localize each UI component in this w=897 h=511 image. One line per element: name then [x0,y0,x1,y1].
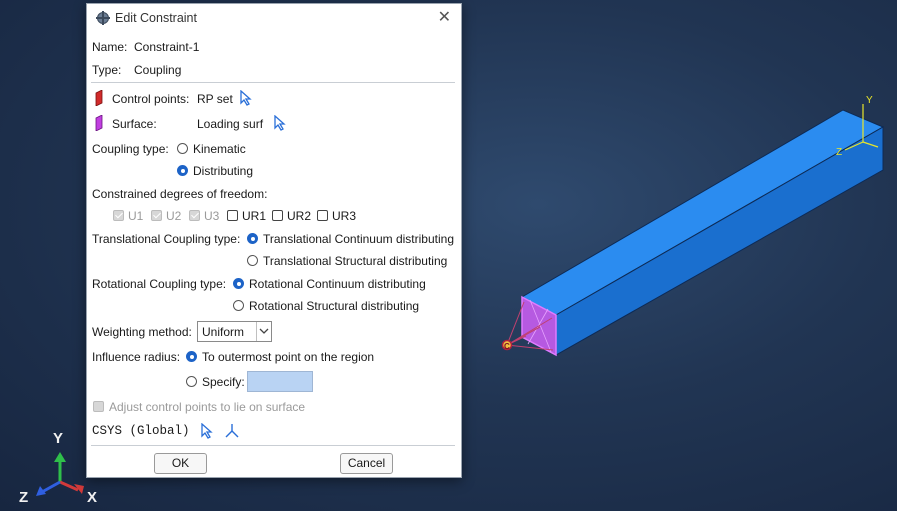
name-label: Name: [92,40,128,54]
trans-structural-label[interactable]: Translational Structural distributing [263,254,447,268]
u3-checkbox [189,210,200,221]
influence-radius-label: Influence radius: [92,350,181,364]
axes-icon[interactable] [224,423,240,439]
divider [91,82,455,83]
distributing-radio[interactable] [177,165,188,176]
surface-value: Loading surf [197,117,264,131]
type-label: Type: [92,63,122,77]
kinematic-label[interactable]: Kinematic [193,142,246,156]
rot-structural-label[interactable]: Rotational Structural distributing [249,299,419,313]
translational-coupling-label: Translational Coupling type: [92,232,241,246]
type-value: Coupling [134,63,182,77]
ur1-checkbox[interactable] [227,210,238,221]
u2-label: U2 [166,209,182,223]
trans-continuum-radio[interactable] [247,233,258,244]
weighting-method-label: Weighting method: [92,325,192,339]
rot-structural-radio[interactable] [233,300,244,311]
outermost-point-label[interactable]: To outermost point on the region [202,350,374,364]
kinematic-radio[interactable] [177,143,188,154]
beam-side-face [555,126,884,356]
rot-continuum-label[interactable]: Rotational Continuum distributing [249,277,426,291]
dialog-title: Edit Constraint [115,11,197,25]
u1-checkbox [113,210,124,221]
triad-x-label: X [87,489,98,506]
triad-y-label: Y [53,430,64,447]
distributing-label[interactable]: Distributing [193,164,253,178]
model-triad-z-label: Z [836,147,842,158]
coupling-type-label: Coupling type: [92,142,169,156]
adjust-control-points-checkbox [93,401,104,412]
control-points-label: Control points: [112,92,190,106]
u3-label: U3 [204,209,220,223]
beam-top-face [520,109,885,316]
triad-z-label: Z [19,489,29,506]
u1-label: U1 [128,209,144,223]
global-triad [36,452,84,496]
magenta-surface-marker-icon [95,115,103,131]
select-csys-cursor-icon[interactable] [200,423,214,439]
specify-radio[interactable] [186,376,197,387]
control-points-value: RP set [197,92,233,106]
outermost-point-radio[interactable] [186,351,197,362]
ok-button[interactable]: OK [154,453,207,474]
weighting-method-select[interactable]: Uniform [197,321,272,342]
specify-label[interactable]: Specify: [202,375,245,389]
select-control-points-cursor-icon[interactable] [239,90,253,106]
ur3-checkbox[interactable] [317,210,328,221]
specify-radius-input[interactable] [247,371,313,392]
reference-point-label: C [504,342,510,351]
beam-model[interactable] [520,109,885,357]
divider [91,445,455,446]
ur2-checkbox[interactable] [272,210,283,221]
ur1-label[interactable]: UR1 [242,209,266,223]
cancel-button[interactable]: Cancel [340,453,393,474]
weighting-method-value: Uniform [202,325,245,339]
constrained-dof-label: Constrained degrees of freedom: [92,187,268,201]
ur3-label[interactable]: UR3 [332,209,356,223]
red-point-marker-icon [95,90,103,106]
dialog-titlebar[interactable]: Edit Constraint ✕ [87,4,461,32]
adjust-control-points-label: Adjust control points to lie on surface [109,400,306,414]
surface-label: Surface: [112,117,157,131]
chevron-down-icon[interactable] [256,322,271,341]
name-value: Constraint-1 [134,40,200,54]
model-triad-y-label: Y [866,95,873,106]
rot-continuum-radio[interactable] [233,278,244,289]
trans-continuum-label[interactable]: Translational Continuum distributing [263,232,454,246]
ur2-label[interactable]: UR2 [287,209,311,223]
select-surface-cursor-icon[interactable] [273,115,287,131]
edit-constraint-dialog: Edit Constraint ✕ Name: Constraint-1 Typ… [86,3,462,478]
trans-structural-radio[interactable] [247,255,258,266]
constraint-icon [96,11,110,25]
close-icon[interactable]: ✕ [438,8,451,28]
u2-checkbox [151,210,162,221]
csys-label: CSYS (Global) [92,424,190,438]
rotational-coupling-label: Rotational Coupling type: [92,277,227,291]
